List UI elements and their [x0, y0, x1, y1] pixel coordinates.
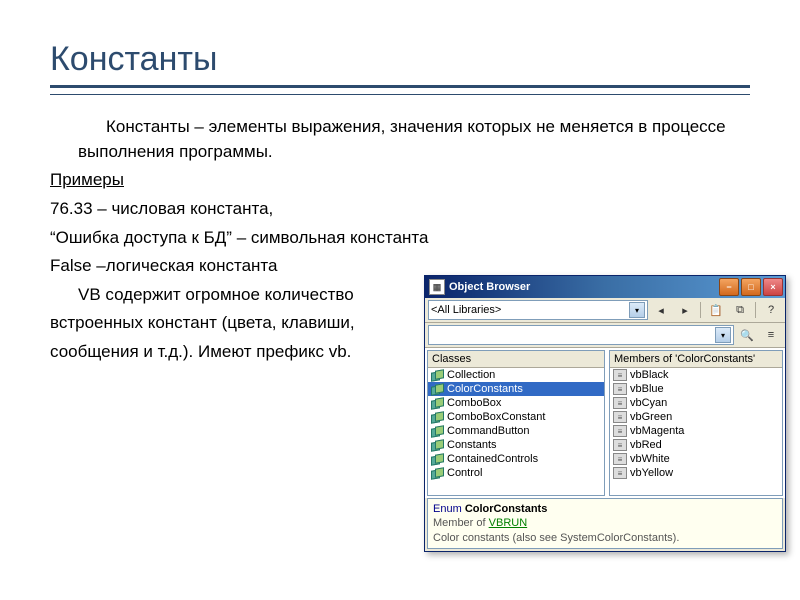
toggle-search-results-button[interactable]: ≡: [760, 325, 782, 345]
definition-text: Константы – элементы выражения, значения…: [78, 115, 750, 164]
window-title: Object Browser: [449, 281, 717, 293]
example-numeric: 76.33 – числовая константа,: [50, 197, 750, 222]
example-string: “Ошибка доступа к БД” – символьная конст…: [50, 226, 750, 251]
footer-memberof-label: Member of: [433, 517, 486, 529]
class-item[interactable]: Constants: [428, 438, 604, 452]
class-item-label: Collection: [447, 369, 495, 381]
minimize-button[interactable]: −: [719, 278, 739, 296]
titlebar[interactable]: ▦ Object Browser − □ ×: [425, 276, 785, 298]
constant-icon: ≡: [613, 425, 627, 437]
class-item[interactable]: Collection: [428, 368, 604, 382]
search-button[interactable]: 🔍: [736, 325, 758, 345]
member-item-label: vbYellow: [630, 467, 673, 479]
class-item-label: CommandButton: [447, 425, 530, 437]
help-button[interactable]: ?: [760, 300, 782, 320]
nav-forward-button[interactable]: ▸: [674, 300, 696, 320]
footer-library-link[interactable]: VBRUN: [489, 517, 528, 529]
footer-enum-name: ColorConstants: [465, 503, 548, 515]
constant-icon: ≡: [613, 467, 627, 479]
member-item-label: vbCyan: [630, 397, 667, 409]
class-item[interactable]: ColorConstants: [428, 382, 604, 396]
details-pane: Enum ColorConstants Member of VBRUN Colo…: [427, 498, 783, 549]
classes-pane: Classes Collection ColorConstants ComboBox…: [427, 350, 605, 496]
member-item-label: vbWhite: [630, 453, 670, 465]
class-item[interactable]: Control: [428, 466, 604, 480]
class-item-label: ComboBoxConstant: [447, 411, 545, 423]
nav-back-button[interactable]: ◂: [650, 300, 672, 320]
object-browser-icon: ▦: [429, 279, 445, 295]
member-item[interactable]: ≡vbYellow: [610, 466, 782, 480]
class-icon: [431, 398, 444, 409]
member-item[interactable]: ≡vbCyan: [610, 396, 782, 410]
library-toolbar: <All Libraries> ▾ ◂ ▸ 📋 ⧉ ?: [425, 298, 785, 323]
class-item-label: ColorConstants: [447, 383, 523, 395]
library-combo-value: <All Libraries>: [431, 304, 501, 316]
search-toolbar: ▾ 🔍 ≡: [425, 323, 785, 348]
slide-title: Константы: [50, 40, 750, 79]
constant-icon: ≡: [613, 383, 627, 395]
class-item-label: ContainedControls: [447, 453, 538, 465]
maximize-button[interactable]: □: [741, 278, 761, 296]
class-item-label: Control: [447, 467, 482, 479]
class-icon: [431, 468, 444, 479]
member-item[interactable]: ≡vbBlack: [610, 368, 782, 382]
class-item[interactable]: ComboBox: [428, 396, 604, 410]
class-icon: [431, 454, 444, 465]
member-item-label: vbBlack: [630, 369, 669, 381]
class-item[interactable]: CommandButton: [428, 424, 604, 438]
search-input[interactable]: ▾: [428, 325, 734, 345]
constant-icon: ≡: [613, 439, 627, 451]
separator: [755, 302, 756, 318]
member-item[interactable]: ≡vbRed: [610, 438, 782, 452]
title-divider: [50, 85, 750, 88]
object-browser-window: ▦ Object Browser − □ × <All Libraries> ▾…: [424, 275, 786, 552]
member-item-label: vbBlue: [630, 383, 664, 395]
class-icon: [431, 370, 444, 381]
members-header: Members of 'ColorConstants': [610, 351, 782, 368]
member-item-label: vbGreen: [630, 411, 672, 423]
member-item-label: vbMagenta: [630, 425, 684, 437]
constant-icon: ≡: [613, 453, 627, 465]
examples-heading: Примеры: [50, 168, 750, 193]
copy-button[interactable]: 📋: [705, 300, 727, 320]
members-pane: Members of 'ColorConstants' ≡vbBlack≡vbB…: [609, 350, 783, 496]
class-icon: [431, 440, 444, 451]
close-button[interactable]: ×: [763, 278, 783, 296]
classes-header: Classes: [428, 351, 604, 368]
class-item-label: ComboBox: [447, 397, 501, 409]
chevron-down-icon[interactable]: ▾: [715, 327, 731, 343]
member-item[interactable]: ≡vbBlue: [610, 382, 782, 396]
library-combo[interactable]: <All Libraries> ▾: [428, 300, 648, 320]
class-icon: [431, 384, 444, 395]
separator: [700, 302, 701, 318]
class-item[interactable]: ContainedControls: [428, 452, 604, 466]
footer-keyword: Enum: [433, 503, 462, 515]
members-list[interactable]: ≡vbBlack≡vbBlue≡vbCyan≡vbGreen≡vbMagenta…: [610, 368, 782, 495]
constant-icon: ≡: [613, 369, 627, 381]
member-item-label: vbRed: [630, 439, 662, 451]
member-item[interactable]: ≡vbWhite: [610, 452, 782, 466]
footer-description: Color constants (also see SystemColorCon…: [433, 531, 777, 545]
class-item-label: Constants: [447, 439, 497, 451]
class-icon: [431, 426, 444, 437]
class-icon: [431, 412, 444, 423]
constant-icon: ≡: [613, 397, 627, 409]
view-definition-button[interactable]: ⧉: [729, 300, 751, 320]
member-item[interactable]: ≡vbGreen: [610, 410, 782, 424]
class-item[interactable]: ComboBoxConstant: [428, 410, 604, 424]
title-subdivider: [50, 94, 750, 95]
constant-icon: ≡: [613, 411, 627, 423]
classes-list[interactable]: Collection ColorConstants ComboBox ComboBox…: [428, 368, 604, 495]
member-item[interactable]: ≡vbMagenta: [610, 424, 782, 438]
chevron-down-icon[interactable]: ▾: [629, 302, 645, 318]
